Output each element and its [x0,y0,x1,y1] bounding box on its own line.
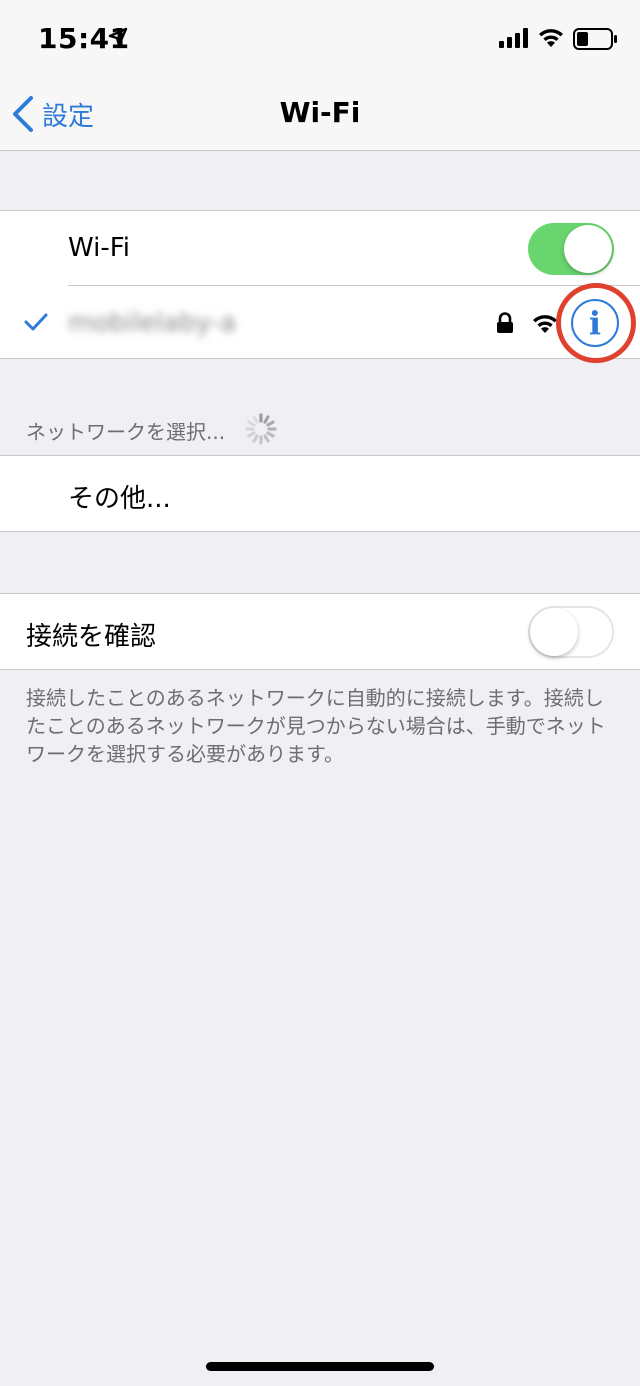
loading-spinner-icon [245,413,277,445]
cellular-signal-icon [499,28,528,48]
ask-to-join-label: 接続を確認 [26,622,157,652]
nav-bar: 設定 Wi-Fi [0,80,640,151]
toggle-knob [564,225,612,273]
ask-to-join-row: 接続を確認 [0,594,640,669]
home-indicator[interactable] [206,1362,434,1371]
ask-to-join-toggle[interactable] [528,606,614,658]
ask-to-join-footer: 接続したことのあるネットワークに自動的に接続します。接続したことのあるネットワー… [26,686,606,766]
other-network-row[interactable]: その他... [0,456,640,531]
checkmark-icon [24,313,48,331]
wifi-toggle-row: Wi-Fi [0,211,640,286]
battery-icon [573,28,617,50]
other-network-label: その他... [68,484,171,514]
wifi-icon [539,29,563,47]
network-name: mobilelaby-a [68,308,237,338]
status-bar: 15:41 [0,0,640,80]
other-network-group: その他... [0,455,640,532]
wifi-group: Wi-Fi mobilelaby-a [0,210,640,359]
lock-icon [497,312,513,333]
wifi-toggle-label: Wi-Fi [68,233,131,263]
page-title: Wi-Fi [279,96,361,129]
networks-section-header: ネットワークを選択... [26,420,226,444]
toggle-knob [530,608,578,656]
ask-to-join-group: 接続を確認 [0,593,640,670]
wifi-toggle[interactable] [528,223,614,275]
highlight-circle [556,283,636,363]
location-arrow-icon [108,27,128,47]
